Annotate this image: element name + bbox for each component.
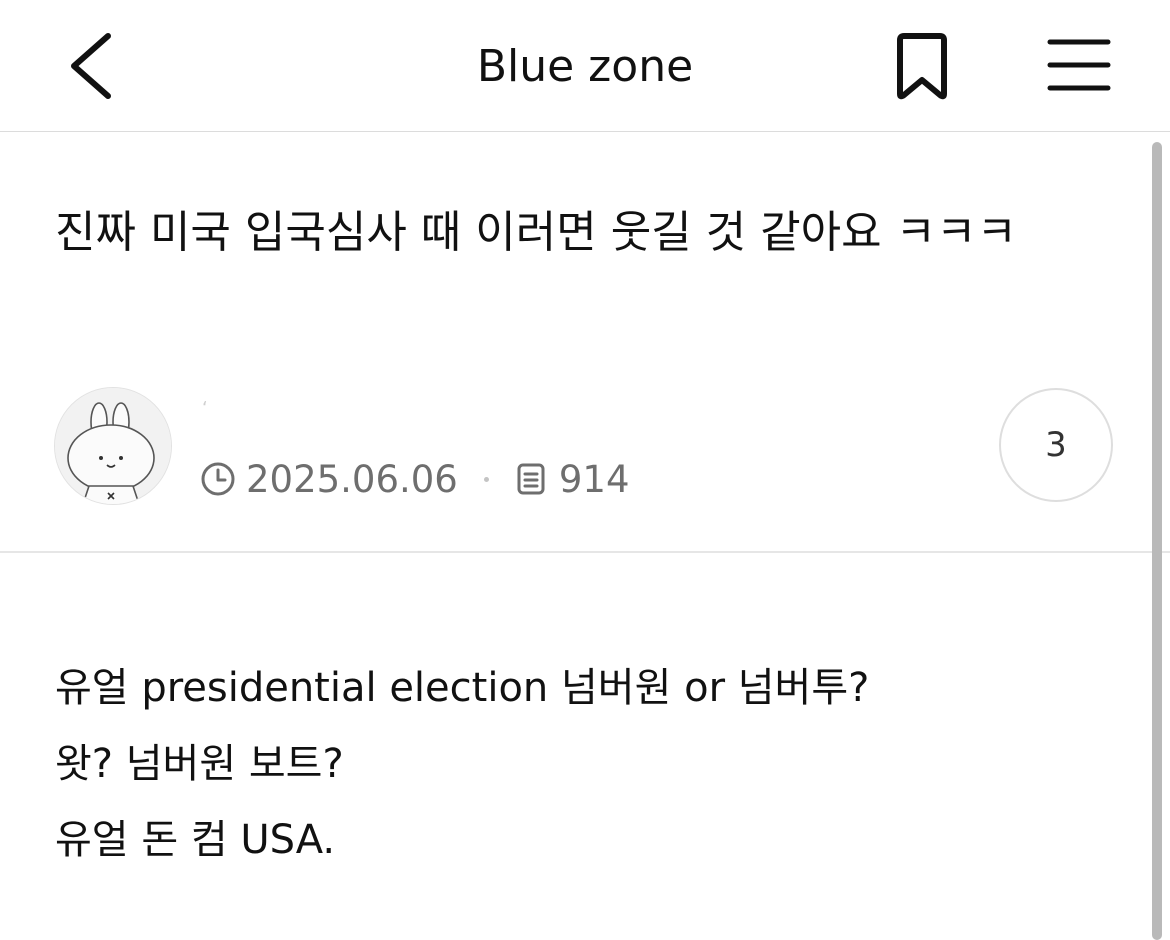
- top-navigation-bar: Blue zone: [0, 0, 1170, 132]
- post-view-page: Blue zone 진짜 미국 입국심사 때 이러면 웃길 것 같아요 ㅋㅋㅋ: [0, 0, 1170, 940]
- body-line: 유얼 돈 컴 USA.: [55, 817, 336, 863]
- clock-icon: [201, 462, 235, 496]
- author-name[interactable]: ‘: [202, 398, 242, 419]
- comment-count-button[interactable]: 3: [999, 388, 1113, 502]
- body-line: 유얼 presidential election 넘버원 or 넘버투?: [55, 665, 870, 711]
- section-divider: [0, 551, 1170, 553]
- menu-button[interactable]: [1044, 36, 1114, 96]
- comment-count: 3: [1045, 425, 1067, 465]
- bookmark-icon: [897, 33, 947, 100]
- post-date: 2025.06.06: [246, 457, 458, 501]
- post-meta: 2025.06.06 914: [200, 455, 629, 503]
- bunny-avatar-icon: [55, 388, 171, 504]
- back-button[interactable]: [62, 28, 122, 104]
- scrollbar[interactable]: [1152, 142, 1162, 940]
- view-count: 914: [558, 457, 630, 501]
- post-body: 유얼 presidential election 넘버원 or 넘버투? 왓? …: [55, 650, 1115, 878]
- chevron-left-icon: [71, 33, 111, 99]
- post-title: 진짜 미국 입국심사 때 이러면 웃길 것 같아요 ㅋㅋㅋ: [55, 207, 1017, 258]
- hamburger-menu-icon: [1047, 39, 1111, 91]
- meta-separator: [483, 476, 489, 482]
- author-avatar[interactable]: [54, 387, 172, 505]
- board-title: Blue zone: [476, 41, 694, 92]
- document-icon: [517, 463, 545, 495]
- bookmark-button[interactable]: [890, 32, 954, 102]
- body-line: 왓? 넘버원 보트?: [55, 741, 344, 787]
